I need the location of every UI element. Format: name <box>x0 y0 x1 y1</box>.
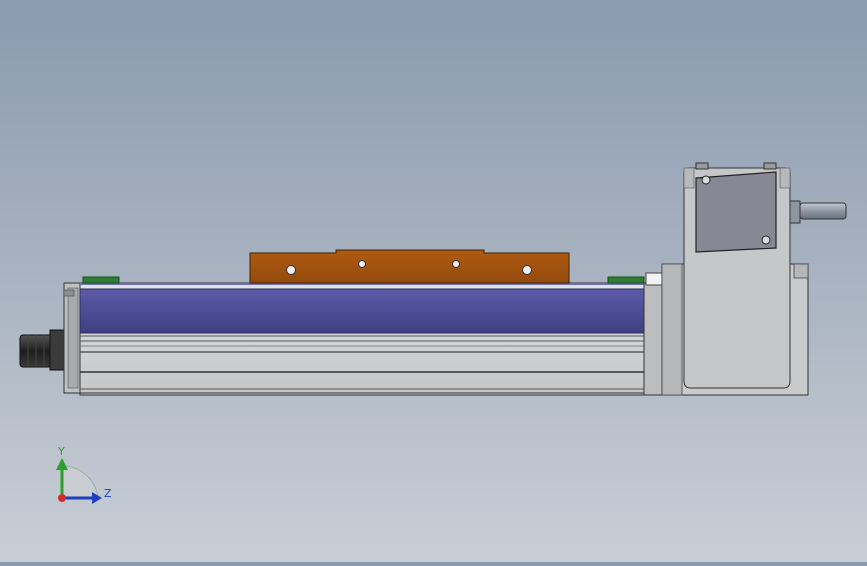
triad-origin <box>58 494 66 502</box>
orientation-triad[interactable]: Y Z <box>56 445 112 504</box>
model-canvas[interactable]: Y Z <box>0 0 867 562</box>
mounting-hole <box>452 260 460 268</box>
carriage-cover-strip <box>79 288 645 334</box>
z-axis-label: Z <box>104 487 112 500</box>
motor-shaft[interactable] <box>789 200 847 224</box>
y-axis-arrowhead <box>56 458 68 470</box>
right-end-cap[interactable] <box>643 272 665 396</box>
linear-actuator-body[interactable] <box>79 282 645 396</box>
y-axis-label: Y <box>57 445 65 458</box>
slide-carriage-plate[interactable] <box>249 249 570 284</box>
mounting-hole <box>358 260 366 268</box>
mounting-hole <box>286 265 296 275</box>
screw-icon <box>761 235 771 245</box>
left-end-cap[interactable] <box>63 282 83 394</box>
terminal-box[interactable] <box>695 171 777 253</box>
cad-viewport[interactable]: Y Z <box>0 0 867 562</box>
screw-icon <box>701 175 711 185</box>
mounting-hole <box>522 265 532 275</box>
